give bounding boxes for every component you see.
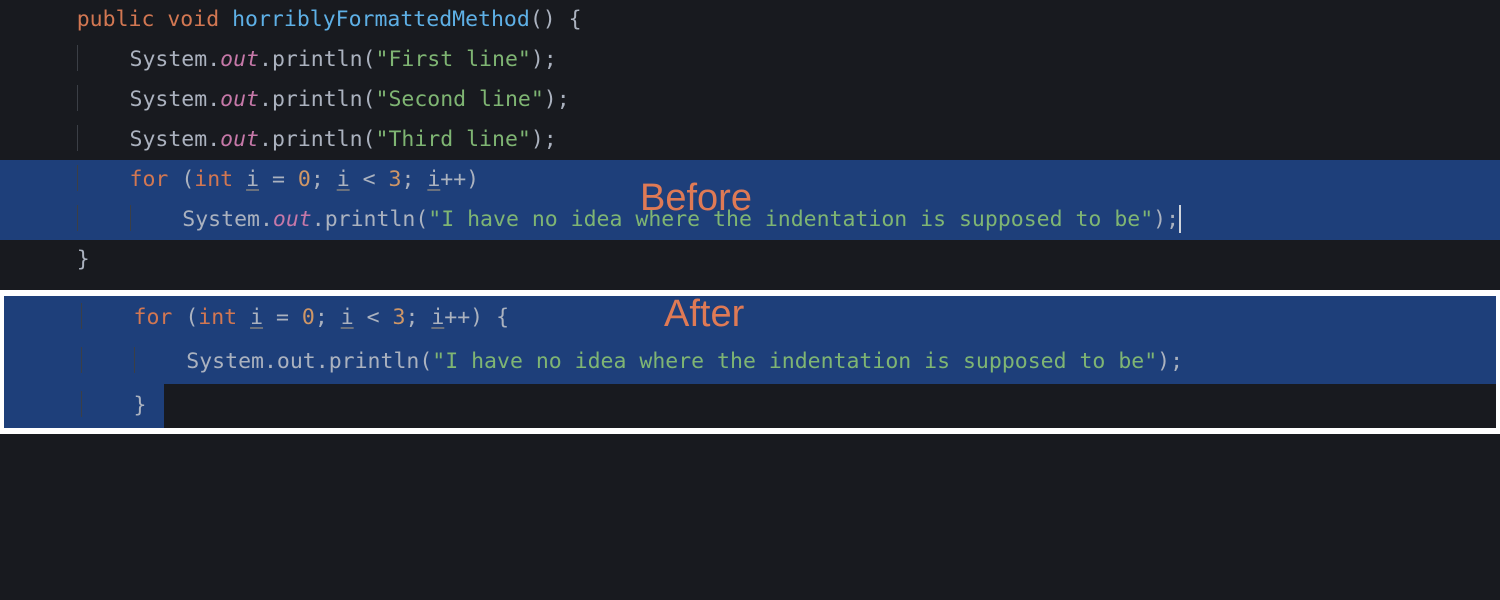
punct: ; [405, 305, 431, 330]
code-line-selected[interactable]: for (int i = 0; i < 3; i++) { [4, 296, 1496, 340]
punct: . [260, 207, 273, 232]
punct: ( [415, 207, 428, 232]
punct: ++) { [444, 305, 509, 330]
punct: = [263, 305, 302, 330]
code-line-selected[interactable]: } [4, 384, 1496, 428]
punct: . [207, 47, 220, 72]
identifier: System [130, 87, 208, 112]
punct: = [259, 167, 298, 192]
indent-guide-icon [130, 205, 131, 231]
number-literal: 0 [302, 305, 315, 330]
variable: i [246, 167, 259, 192]
identifier: System [130, 47, 208, 72]
number-literal: 0 [298, 167, 311, 192]
field-out: out [220, 47, 259, 72]
punct: . [312, 207, 325, 232]
keyword: public [77, 7, 155, 32]
punct: . [259, 87, 272, 112]
keyword: for [134, 305, 173, 330]
variable: i [337, 167, 350, 192]
identifier: System [186, 349, 264, 374]
method-name: horriblyFormattedMethod [232, 7, 530, 32]
number-literal: 3 [393, 305, 406, 330]
code-editor-after[interactable]: for (int i = 0; i < 3; i++) { System.out… [0, 290, 1500, 434]
code-line[interactable]: } [0, 240, 1500, 280]
indent-guide-icon [81, 391, 82, 417]
punct: ); [1153, 207, 1179, 232]
punct: ; [311, 167, 337, 192]
punct: ); [544, 87, 570, 112]
punct: ( [419, 349, 432, 374]
punct: ++) [440, 167, 479, 192]
code-line[interactable]: System.out.println("Second line"); [0, 80, 1500, 120]
punct: . [259, 127, 272, 152]
punct: . [316, 349, 329, 374]
code-line-selected[interactable]: System.out.println("I have no idea where… [4, 340, 1496, 384]
method-call: println [325, 207, 416, 232]
code-editor-before[interactable]: public void horriblyFormattedMethod() { … [0, 0, 1500, 280]
string-literal: "Third line" [376, 127, 531, 152]
method-call: println [272, 127, 363, 152]
punct: . [207, 127, 220, 152]
indent-guide-icon [81, 347, 82, 373]
string-literal: "I have no idea where the indentation is… [432, 349, 1157, 374]
punct: . [264, 349, 277, 374]
code-line[interactable]: System.out.println("First line"); [0, 40, 1500, 80]
identifier: System [130, 127, 208, 152]
punct: ( [363, 127, 376, 152]
punct: . [259, 47, 272, 72]
punct: ; [401, 167, 427, 192]
code-line-selected[interactable]: for (int i = 0; i < 3; i++) [0, 160, 1500, 200]
indent-guide-icon [77, 85, 78, 111]
method-call: println [272, 47, 363, 72]
code-line-selected[interactable]: System.out.println("I have no idea where… [0, 200, 1500, 240]
punct: ( [363, 87, 376, 112]
identifier: System [182, 207, 260, 232]
keyword: for [130, 167, 169, 192]
punct: () { [530, 7, 582, 32]
punct: ( [181, 167, 194, 192]
indent-guide-icon [77, 205, 78, 231]
variable: i [427, 167, 440, 192]
text-cursor-icon [1179, 205, 1181, 233]
punct: } [134, 393, 147, 418]
punct: ( [185, 305, 198, 330]
punct: ); [531, 127, 557, 152]
keyword: int [198, 305, 237, 330]
indent-guide-icon [77, 45, 78, 71]
punct: . [207, 87, 220, 112]
field-out: out [220, 127, 259, 152]
variable: i [250, 305, 263, 330]
punct: < [350, 167, 389, 192]
punct: } [77, 247, 90, 272]
punct: < [354, 305, 393, 330]
keyword: void [167, 7, 219, 32]
code-line[interactable]: public void horriblyFormattedMethod() { [0, 0, 1500, 40]
indent-guide-icon [77, 165, 78, 191]
indent-guide-icon [77, 125, 78, 151]
punct: ; [315, 305, 341, 330]
keyword: int [194, 167, 233, 192]
field-out: out [273, 207, 312, 232]
field-out: out [277, 349, 316, 374]
field-out: out [220, 87, 259, 112]
string-literal: "Second line" [376, 87, 544, 112]
string-literal: "First line" [376, 47, 531, 72]
indent-guide-icon [134, 347, 135, 373]
number-literal: 3 [389, 167, 402, 192]
indent-guide-icon [81, 303, 82, 329]
string-literal: "I have no idea where the indentation is… [428, 207, 1153, 232]
punct: ); [1157, 349, 1183, 374]
code-line[interactable]: System.out.println("Third line"); [0, 120, 1500, 160]
method-call: println [272, 87, 363, 112]
punct: ( [363, 47, 376, 72]
punct: ); [531, 47, 557, 72]
variable: i [431, 305, 444, 330]
method-call: println [329, 349, 420, 374]
variable: i [341, 305, 354, 330]
